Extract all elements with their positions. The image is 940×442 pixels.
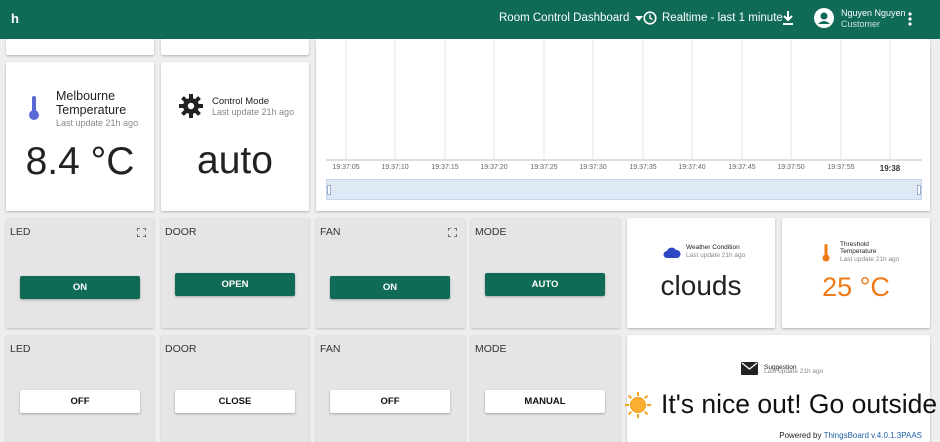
control-mode-card: Control Mode Last update 21h ago auto (161, 62, 309, 211)
clock-icon (643, 11, 657, 25)
weather-subtitle: Last update 21h ago (686, 252, 746, 259)
thermometer-icon (29, 96, 39, 120)
mode-control-card-2: MODE MANUAL (471, 335, 620, 442)
control-label: DOOR (165, 343, 197, 355)
widget-card (161, 39, 309, 55)
control-label: LED (10, 226, 31, 238)
gear-icon (179, 94, 203, 118)
fan-control-card: FAN ON (316, 218, 465, 328)
dashboard-title: Room Control Dashboard (499, 12, 630, 24)
chart-x-tick-label: 19:37:45 (728, 164, 756, 171)
more-menu-button[interactable] (907, 11, 913, 32)
control-label: LED (10, 343, 31, 355)
weather-value: clouds (660, 270, 742, 301)
zoom-handle-right[interactable] (917, 185, 921, 195)
chart-x-tick-label: 19:37:20 (480, 164, 508, 171)
timewindow-selector[interactable]: Realtime - last 1 minute (643, 11, 783, 25)
temperature-value: 8.4 °C (25, 140, 135, 183)
fullscreen-icon[interactable] (448, 228, 457, 237)
control-label: FAN (320, 343, 341, 355)
chart-x-tick-label: 19:37:50 (777, 164, 805, 171)
temperature-title: Melbourne Temperature (56, 89, 127, 117)
threshold-value: 25 °C (822, 272, 890, 302)
mail-icon (741, 362, 758, 375)
chart-x-tick-label: 19:37:25 (530, 164, 558, 171)
chart-x-tick-label: 19:37:05 (332, 164, 360, 171)
top-bar: h Room Control Dashboard Realtime - last… (0, 0, 940, 39)
control-label: MODE (475, 343, 507, 355)
dashboard-selector[interactable]: Room Control Dashboard (499, 12, 644, 24)
threshold-title: Threshold Temperature (840, 241, 877, 255)
control-mode-subtitle: Last update 21h ago (212, 107, 295, 117)
fullscreen-icon[interactable] (137, 228, 146, 237)
powered-by: Powered by ThingsBoard v.4.0.1.3PAAS (779, 431, 922, 440)
temperature-subtitle: Last update 21h ago (56, 118, 139, 128)
chart-zoom-slider[interactable] (326, 179, 922, 200)
user-menu[interactable]: Nguyen Nguyen Customer (814, 7, 906, 29)
led-off-button[interactable]: OFF (20, 390, 140, 413)
thingsboard-link[interactable]: ThingsBoard v.4.0.1.3PAAS (824, 431, 922, 440)
fan-control-card-2: FAN OFF (316, 335, 465, 442)
account-icon (814, 8, 834, 28)
led-control-card: LED ON (6, 218, 154, 328)
suggestion-card: Suggestion Last update 21h ago It's nice… (625, 335, 937, 442)
fan-off-button[interactable]: OFF (330, 390, 450, 413)
door-open-button[interactable]: OPEN (175, 273, 295, 296)
widget-card (6, 39, 154, 55)
chart-x-tick-label: 19:37:35 (629, 164, 657, 171)
led-control-card-2: LED OFF (6, 335, 154, 442)
mode-control-card: MODE AUTO (471, 218, 620, 328)
mode-auto-button[interactable]: AUTO (485, 273, 605, 296)
door-control-card-2: DOOR CLOSE (161, 335, 309, 442)
zoom-handle-left[interactable] (327, 185, 331, 195)
fan-on-button[interactable]: ON (330, 276, 450, 299)
control-label: MODE (475, 226, 507, 238)
chart-x-tick-label: 19:37:40 (678, 164, 706, 171)
sun-icon (625, 392, 651, 418)
threshold-subtitle: Last update 21h ago (840, 256, 900, 263)
thermometer-icon (822, 244, 830, 262)
cloud-icon (663, 247, 681, 258)
download-icon (783, 11, 793, 25)
temperature-card: Melbourne Temperature Last update 21h ag… (6, 62, 154, 211)
chart-x-tick-label: 19:37:30 (579, 164, 607, 171)
mode-manual-button[interactable]: MANUAL (485, 390, 605, 413)
user-role: Customer (841, 19, 881, 29)
more-vert-icon (908, 12, 912, 26)
threshold-card: Threshold Temperature Last update 21h ag… (782, 218, 930, 328)
door-close-button[interactable]: CLOSE (175, 390, 295, 413)
weather-title: Weather Condition (686, 244, 740, 251)
chart-x-tick-label: 19:37:55 (827, 164, 855, 171)
download-button[interactable] (781, 10, 795, 31)
powered-by-label: Powered by (779, 431, 822, 440)
user-name: Nguyen Nguyen (841, 8, 906, 18)
chart-x-tick-label: 19:37:10 (381, 164, 409, 171)
logo[interactable]: h (11, 11, 19, 26)
chart-x-tick-label: 19:38 (879, 164, 901, 173)
door-control-card: DOOR OPEN (161, 218, 309, 328)
timewindow-label: Realtime - last 1 minute (662, 12, 783, 24)
chart-x-tick-label: 19:37:15 (431, 164, 459, 171)
suggestion-value: It's nice out! Go outside (661, 389, 938, 419)
led-on-button[interactable]: ON (20, 276, 140, 299)
weather-card: Weather Condition Last update 21h ago cl… (627, 218, 775, 328)
control-mode-value: auto (197, 139, 273, 182)
control-label: FAN (320, 226, 341, 238)
suggestion-subtitle: Last update 21h ago (764, 368, 824, 375)
control-label: DOOR (165, 226, 197, 238)
